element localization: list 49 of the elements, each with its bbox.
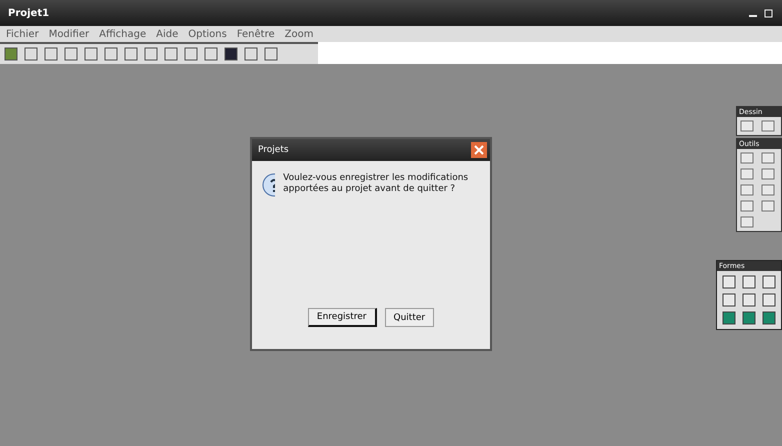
tool-icon[interactable]	[739, 199, 755, 213]
menu-item[interactable]: Aide	[156, 28, 178, 40]
tool-icon[interactable]	[740, 310, 758, 326]
menu-item[interactable]: Options	[188, 28, 227, 40]
tool-icon[interactable]	[739, 167, 755, 181]
toolbar-icon[interactable]	[164, 47, 178, 61]
tool-icon[interactable]	[760, 310, 778, 326]
toolbar-icon[interactable]	[84, 47, 98, 61]
tool-icon[interactable]	[740, 292, 758, 308]
tool-icon[interactable]	[720, 310, 738, 326]
toolbar-icon[interactable]	[204, 47, 218, 61]
toolbar-icon[interactable]	[64, 47, 78, 61]
close-icon[interactable]	[471, 142, 487, 158]
menu-item[interactable]: Zoom	[284, 28, 314, 40]
toolbar-icon[interactable]	[184, 47, 198, 61]
tool-icon[interactable]	[739, 183, 755, 197]
toolbar-icon[interactable]	[244, 47, 258, 61]
toolbar-icon[interactable]	[4, 47, 18, 61]
tool-icon[interactable]	[760, 151, 776, 165]
menu-item[interactable]: Fichier	[6, 28, 39, 40]
dialog-title: Projets	[258, 145, 289, 155]
dialog-message: Voulez-vous enregistrer les modifications apportées au projet avant de quitter ?	[283, 173, 470, 196]
toolbar-icon[interactable]	[124, 47, 138, 61]
tool-icon[interactable]	[720, 274, 738, 290]
dialog-button[interactable]: Enregistrer	[308, 308, 376, 327]
tool-icon[interactable]	[760, 119, 776, 133]
toolbar-icon[interactable]	[224, 47, 238, 61]
tool-icon[interactable]	[760, 274, 778, 290]
tool-icon[interactable]	[739, 215, 755, 229]
tool-icon[interactable]	[739, 119, 755, 133]
question-icon	[262, 173, 276, 197]
tool-icon[interactable]	[739, 151, 755, 165]
toolbar-icon[interactable]	[24, 47, 38, 61]
tool-icon[interactable]	[760, 183, 776, 197]
toolbar-icon[interactable]	[144, 47, 158, 61]
toolbar-icon[interactable]	[264, 47, 278, 61]
menu-item[interactable]: Modifier	[48, 28, 90, 40]
tool-icon[interactable]	[760, 292, 778, 308]
restore-icon[interactable]	[764, 8, 774, 18]
menu-item[interactable]: Fenêtre	[236, 28, 275, 40]
menu-item[interactable]: Affichage	[99, 28, 146, 40]
toolbar-icon[interactable]	[44, 47, 58, 61]
dialog-button[interactable]: Quitter	[384, 308, 434, 327]
toolbar-icon[interactable]	[104, 47, 118, 61]
window-title: Projet1	[8, 8, 50, 18]
tool-icon[interactable]	[720, 292, 738, 308]
tool-icon[interactable]	[740, 274, 758, 290]
tool-icon[interactable]	[760, 167, 776, 181]
tool-icon[interactable]	[760, 199, 776, 213]
